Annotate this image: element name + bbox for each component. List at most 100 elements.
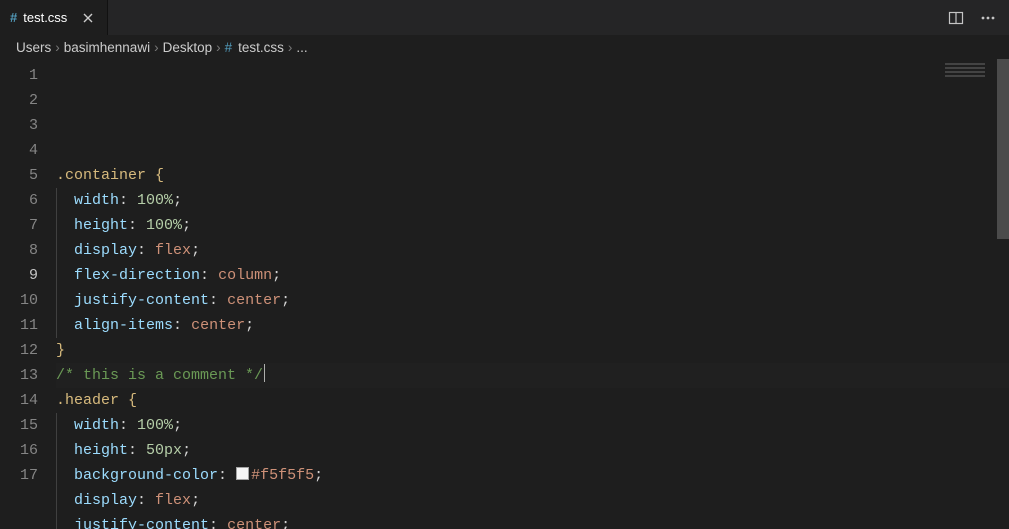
line-number: 5 <box>0 163 56 188</box>
code-token: : <box>218 467 236 484</box>
code-token: display <box>74 492 137 509</box>
code-line[interactable]: width: 100%; <box>56 413 1009 438</box>
code-token: flex <box>155 242 191 259</box>
code-token: 50px <box>146 442 182 459</box>
code-token: column <box>218 267 272 284</box>
code-token: { <box>128 392 137 409</box>
code-line[interactable]: background-color: #f5f5f5; <box>56 463 1009 488</box>
more-actions-icon[interactable] <box>979 9 997 27</box>
code-token: 100% <box>137 192 173 209</box>
code-line[interactable]: height: 50px; <box>56 438 1009 463</box>
code-line[interactable]: justify-content: center; <box>56 513 1009 529</box>
code-line[interactable]: /* this is a comment */ <box>56 363 1009 388</box>
split-editor-icon[interactable] <box>947 9 965 27</box>
code-token: : <box>209 517 227 529</box>
line-number: 6 <box>0 188 56 213</box>
tab-bar: # test.css <box>0 0 1009 35</box>
code-token: : <box>128 442 146 459</box>
code-token: background-color <box>74 467 218 484</box>
code-token: : <box>137 492 155 509</box>
code-token: 100% <box>137 417 173 434</box>
code-token: #f5f5f5 <box>251 467 314 484</box>
code-token: justify-content <box>74 517 209 529</box>
code-line[interactable]: height: 100%; <box>56 213 1009 238</box>
code-token: : <box>200 267 218 284</box>
breadcrumb-trailing[interactable]: ... <box>296 40 307 55</box>
line-number: 17 <box>0 463 56 488</box>
code-token: : <box>119 192 137 209</box>
code-token: ; <box>173 417 182 434</box>
code-line[interactable]: align-items: center; <box>56 313 1009 338</box>
code-token: ; <box>245 317 254 334</box>
line-number: 12 <box>0 338 56 363</box>
code-token: center <box>191 317 245 334</box>
code-token: : <box>128 217 146 234</box>
breadcrumb-segment[interactable]: Desktop <box>163 40 213 55</box>
line-number: 2 <box>0 88 56 113</box>
code-token: } <box>56 342 65 359</box>
code-token: ; <box>173 192 182 209</box>
chevron-right-icon: › <box>288 40 293 55</box>
code-token: ; <box>314 467 323 484</box>
code-line[interactable]: display: flex; <box>56 488 1009 513</box>
breadcrumb[interactable]: Users › basimhennawi › Desktop › # test.… <box>0 35 1009 59</box>
code-token: : <box>209 292 227 309</box>
color-swatch-icon[interactable] <box>236 467 249 480</box>
breadcrumb-segment[interactable]: basimhennawi <box>64 40 150 55</box>
code-token: width <box>74 192 119 209</box>
code-line[interactable]: display: flex; <box>56 238 1009 263</box>
code-token: ; <box>182 442 191 459</box>
code-token: center <box>227 517 281 529</box>
breadcrumb-segment[interactable]: Users <box>16 40 51 55</box>
minimap[interactable] <box>937 63 997 113</box>
code-token: : <box>119 417 137 434</box>
code-line[interactable]: width: 100%; <box>56 188 1009 213</box>
line-number-gutter: 1234567891011121314151617 <box>0 59 56 529</box>
code-token: ; <box>281 292 290 309</box>
line-number: 3 <box>0 113 56 138</box>
code-token: width <box>74 417 119 434</box>
code-area[interactable]: .container { width: 100%; height: 100%; … <box>56 59 1009 529</box>
code-line[interactable]: } <box>56 338 1009 363</box>
code-line[interactable]: .header { <box>56 388 1009 413</box>
line-number: 13 <box>0 363 56 388</box>
line-number: 14 <box>0 388 56 413</box>
editor[interactable]: 1234567891011121314151617 .container { w… <box>0 59 1009 529</box>
code-line[interactable]: flex-direction: column; <box>56 263 1009 288</box>
code-token: justify-content <box>74 292 209 309</box>
code-token: height <box>74 217 128 234</box>
chevron-right-icon: › <box>55 40 60 55</box>
breadcrumb-file[interactable]: test.css <box>238 40 284 55</box>
code-token: 100% <box>146 217 182 234</box>
line-number: 10 <box>0 288 56 313</box>
chevron-right-icon: › <box>154 40 159 55</box>
code-line[interactable]: .container { <box>56 163 1009 188</box>
code-line[interactable]: justify-content: center; <box>56 288 1009 313</box>
text-cursor <box>264 364 265 382</box>
line-number: 15 <box>0 413 56 438</box>
code-token: ; <box>191 492 200 509</box>
code-token: flex <box>155 492 191 509</box>
line-number: 4 <box>0 138 56 163</box>
code-token: display <box>74 242 137 259</box>
code-token: { <box>155 167 164 184</box>
editor-actions <box>935 0 1009 35</box>
code-token: : <box>173 317 191 334</box>
code-token: ; <box>182 217 191 234</box>
css-file-icon: # <box>225 40 233 55</box>
code-token: ; <box>191 242 200 259</box>
close-icon[interactable] <box>79 9 97 27</box>
chevron-right-icon: › <box>216 40 221 55</box>
code-token: /* this is a comment */ <box>56 367 263 384</box>
code-token: : <box>137 242 155 259</box>
line-number: 1 <box>0 63 56 88</box>
line-number: 9 <box>0 263 56 288</box>
tabs-group: # test.css <box>0 0 108 35</box>
css-file-icon: # <box>10 10 17 25</box>
line-number: 8 <box>0 238 56 263</box>
line-number: 7 <box>0 213 56 238</box>
code-token: ; <box>272 267 281 284</box>
code-token: ; <box>281 517 290 529</box>
tab-test-css[interactable]: # test.css <box>0 0 108 35</box>
code-token: .header <box>56 392 128 409</box>
